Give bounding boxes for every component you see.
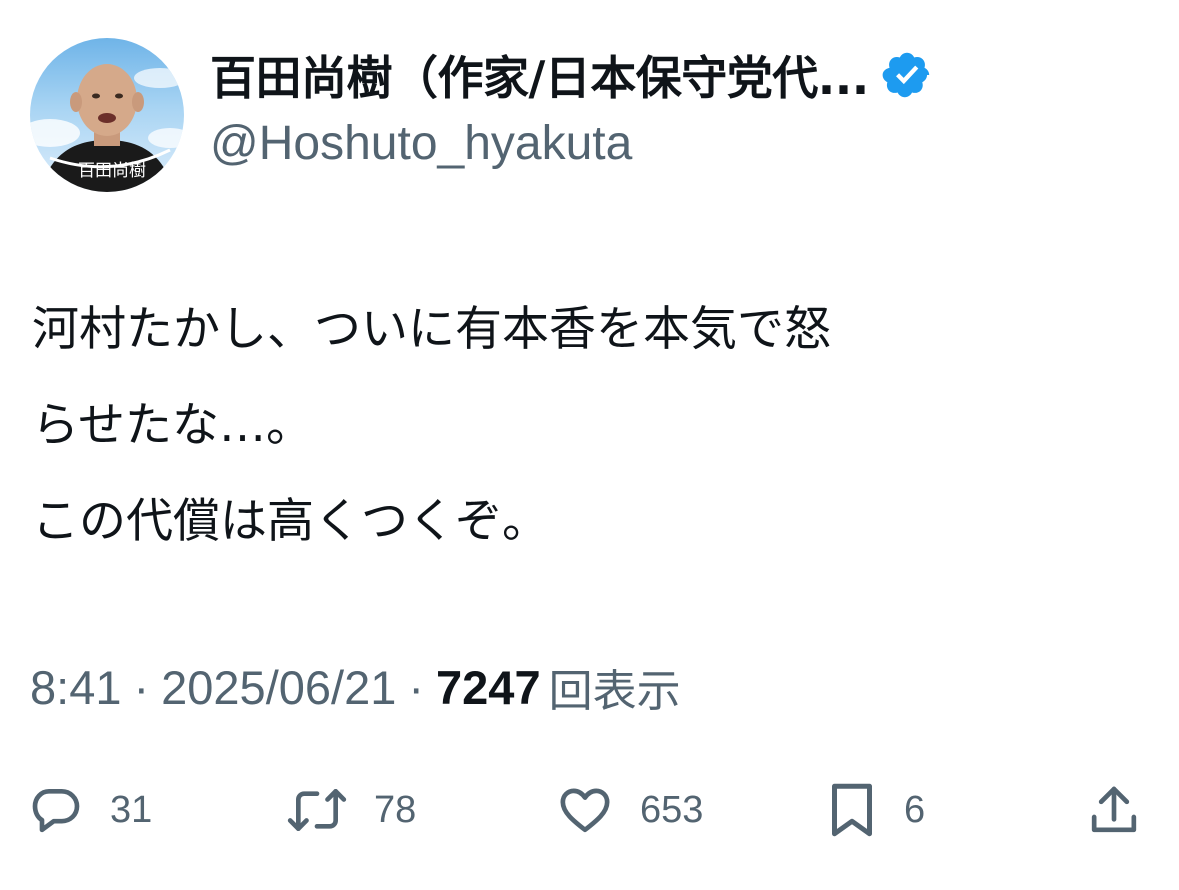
bookmark-icon: [826, 780, 878, 840]
retweet-icon: [286, 782, 348, 838]
reply-icon: [28, 782, 84, 838]
name-row: 百田尚樹（作家/日本保守党代...: [210, 42, 933, 108]
tweet-meta: 8:41 · 2025/06/21 · 7247 回表示: [30, 655, 681, 719]
like-count: 653: [640, 788, 704, 831]
share-icon: [1086, 782, 1142, 838]
retweet-count: 78: [374, 788, 417, 831]
reply-count: 31: [110, 788, 153, 831]
avatar-photo: 百田尚樹: [30, 64, 184, 192]
tweet-text: 河村たかし、ついに有本香を本気で怒 らせたな…。 この代償は高くつくぞ。: [32, 282, 1152, 570]
reply-button[interactable]: 31: [28, 778, 152, 842]
action-bar: 31 78 653 6: [0, 770, 1179, 850]
avatar-caption: 百田尚樹: [78, 161, 146, 181]
verified-badge-icon: [881, 49, 933, 101]
user-handle[interactable]: @Hoshuto_hyakuta: [210, 116, 632, 171]
meta-separator: ·: [408, 660, 425, 714]
bookmark-count: 6: [904, 788, 926, 831]
tweet-text-line: この代償は高くつくぞ。: [32, 494, 549, 549]
avatar[interactable]: 百田尚樹: [30, 38, 184, 192]
display-name[interactable]: 百田尚樹（作家/日本保守党代...: [210, 42, 869, 108]
tweet-date[interactable]: 2025/06/21: [161, 660, 396, 715]
bookmark-button[interactable]: 6: [826, 778, 925, 842]
tweet-time[interactable]: 8:41: [30, 660, 121, 715]
retweet-button[interactable]: 78: [286, 778, 416, 842]
share-button[interactable]: [1086, 778, 1142, 842]
tweet-text-line: 河村たかし、ついに有本香を本気で怒: [32, 302, 831, 357]
like-button[interactable]: 653: [556, 778, 703, 842]
view-count[interactable]: 7247: [436, 660, 541, 715]
tweet-header: 百田尚樹 百田尚樹（作家/日本保守党代... @Hoshuto_hyakuta: [30, 38, 1160, 198]
view-label: 回表示: [548, 666, 681, 717]
meta-separator: ·: [133, 660, 150, 714]
heart-icon: [556, 782, 614, 838]
tweet-text-line: らせたな…。: [32, 398, 314, 453]
